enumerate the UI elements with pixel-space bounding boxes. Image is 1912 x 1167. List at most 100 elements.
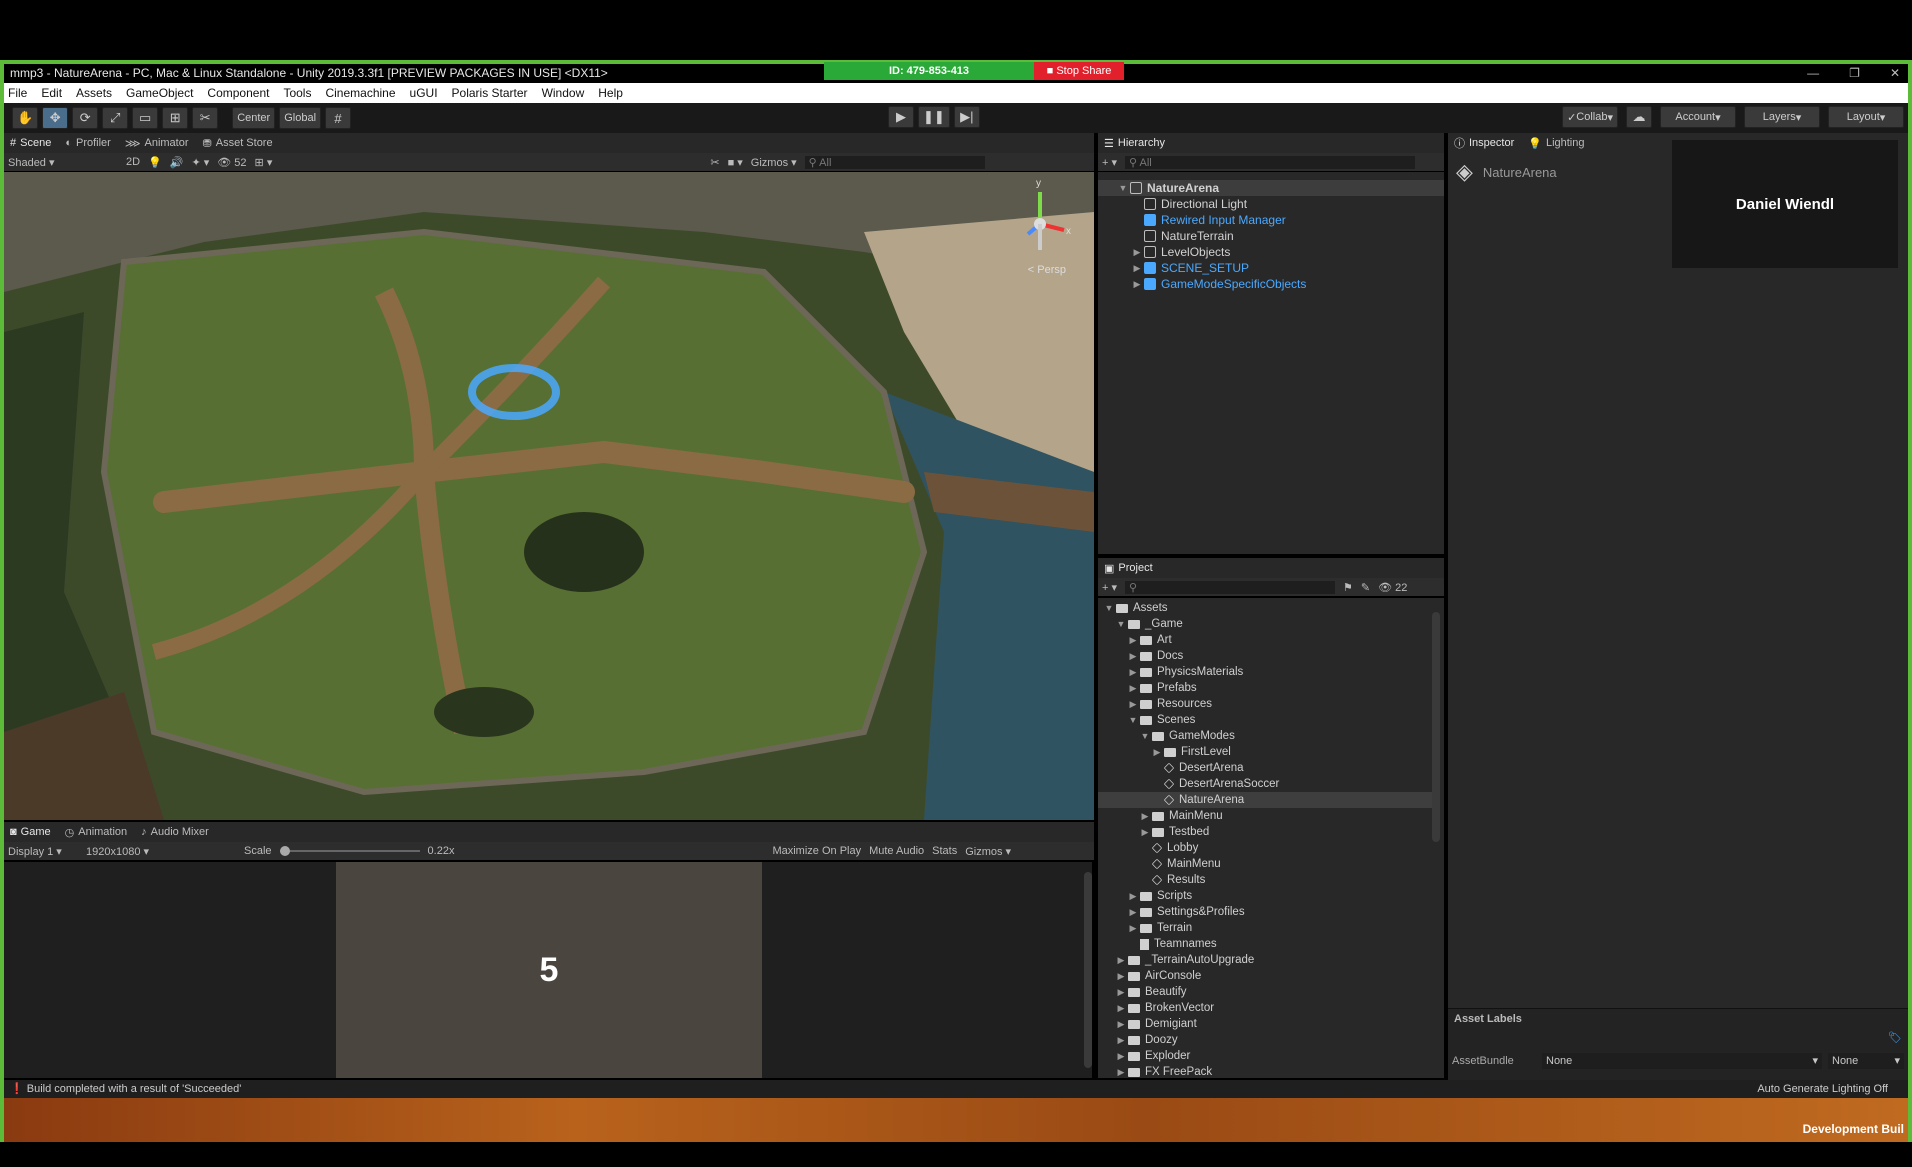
space-toggle[interactable]: Global (279, 107, 322, 129)
expand-arrow-icon[interactable]: ▶ (1116, 968, 1126, 984)
expand-arrow-icon[interactable]: ▶ (1132, 260, 1142, 276)
expand-arrow-icon[interactable]: ▶ (1128, 888, 1138, 904)
expand-arrow-icon[interactable]: ▶ (1128, 904, 1138, 920)
collab-dropdown[interactable]: ✓ Collab ▾ (1562, 106, 1618, 128)
game-viewport[interactable]: 5 (4, 862, 1092, 1078)
game-scrollbar[interactable] (1084, 872, 1092, 1068)
project-row[interactable]: ▶ MainMenu (1098, 808, 1438, 824)
expand-arrow-icon[interactable]: ▶ (1116, 1000, 1126, 1016)
menu-item-help[interactable]: Help (598, 86, 623, 100)
game-gizmos-dropdown[interactable]: Gizmos ▾ (965, 845, 1011, 858)
camera-icon[interactable]: ■ ▾ (728, 156, 743, 169)
minimize-button[interactable]: — (1807, 64, 1819, 82)
expand-arrow-icon[interactable]: ▶ (1128, 664, 1138, 680)
expand-arrow-icon[interactable]: ▶ (1128, 696, 1138, 712)
scale-slider-handle[interactable] (279, 846, 290, 856)
label-tag-icon[interactable]: 🏷 (1888, 1031, 1902, 1044)
project-row[interactable]: ▶ FirstLevel (1098, 744, 1438, 760)
expand-arrow-icon[interactable]: ▶ (1128, 680, 1138, 696)
menu-item-assets[interactable]: Assets (76, 86, 112, 100)
assetbundle-dropdown[interactable]: None ▾ (1542, 1053, 1822, 1069)
tab-profiler[interactable]: ◐ Profiler (65, 137, 111, 149)
tab-lighting[interactable]: 💡 Lighting (1528, 137, 1584, 150)
move-tool-button[interactable]: ✥ (42, 107, 69, 129)
tab-animation[interactable]: ◷ Animation (65, 826, 128, 839)
scale-tool-button[interactable]: ⤢ (102, 107, 129, 129)
expand-arrow-icon[interactable]: ▼ (1104, 600, 1114, 616)
tab-inspector[interactable]: ⓘ Inspector (1454, 135, 1514, 151)
scene-gizmo[interactable]: y x (1014, 178, 1074, 260)
project-row[interactable]: ▶ Terrain (1098, 920, 1438, 936)
menu-item-edit[interactable]: Edit (41, 86, 62, 100)
resolution-dropdown[interactable]: 1920x1080 ▾ (86, 845, 236, 858)
expand-arrow-icon[interactable]: ▶ (1128, 648, 1138, 664)
expand-arrow-icon[interactable]: ▶ (1116, 984, 1126, 1000)
step-button[interactable]: ▶| (953, 106, 980, 128)
grid-snap-button[interactable]: # (325, 107, 352, 129)
expand-arrow-icon[interactable]: ▶ (1116, 952, 1126, 968)
cloud-icon[interactable]: ☁ (1626, 106, 1652, 128)
expand-arrow-icon[interactable]: ▶ (1132, 244, 1142, 260)
hidden-objects-count[interactable]: 👁 52 (217, 156, 246, 169)
2d-toggle[interactable]: 2D (126, 156, 140, 168)
expand-arrow-icon[interactable]: ▶ (1116, 1032, 1126, 1048)
lighting-toggle-icon[interactable]: 💡 (148, 156, 162, 169)
project-row[interactable]: DesertArenaSoccer (1098, 776, 1438, 792)
display-dropdown[interactable]: Display 1 ▾ (8, 845, 78, 858)
project-row[interactable]: NatureArena (1098, 792, 1438, 808)
project-row[interactable]: ▼ _Game (1098, 616, 1438, 632)
project-row[interactable]: ▶ Docs (1098, 648, 1438, 664)
game-toggle-stats[interactable]: Stats (932, 845, 957, 857)
scene-viewport[interactable]: y x < Persp (4, 172, 1094, 820)
menu-item-component[interactable]: Component (207, 86, 269, 100)
project-row[interactable]: Teamnames (1098, 936, 1438, 952)
shading-dropdown[interactable]: Shaded ▾ (8, 156, 118, 169)
tab-project[interactable]: ▣ Project (1104, 562, 1153, 575)
project-row[interactable]: ▶ Demigiant (1098, 1016, 1438, 1032)
project-row[interactable]: ▶ Art (1098, 632, 1438, 648)
hidden-packages-count[interactable]: 👁 22 (1378, 581, 1407, 594)
hand-tool-button[interactable]: ✋ (12, 107, 39, 129)
project-row[interactable]: ▶ Exploder (1098, 1048, 1438, 1064)
hierarchy-search-input[interactable]: ⚲ All (1125, 155, 1416, 169)
pause-button[interactable]: ❚❚ (918, 106, 950, 128)
project-row[interactable]: ▶ PhysicsMaterials (1098, 664, 1438, 680)
project-row[interactable]: ▶ Scripts (1098, 888, 1438, 904)
tab-animator[interactable]: ⋙ Animator (125, 137, 189, 150)
effects-dropdown-icon[interactable]: ✦ ▾ (191, 156, 209, 169)
menu-item-window[interactable]: Window (542, 86, 585, 100)
menu-item-polaris-starter[interactable]: Polaris Starter (452, 86, 528, 100)
expand-arrow-icon[interactable]: ▶ (1152, 744, 1162, 760)
hierarchy-row[interactable]: ▼ NatureArena (1098, 180, 1444, 196)
rotate-tool-button[interactable]: ⟳ (72, 107, 99, 129)
tab-asset-store[interactable]: ⛃ Asset Store (203, 137, 273, 150)
filter-by-type-icon[interactable]: ⚑ (1343, 581, 1353, 594)
project-row[interactable]: MainMenu (1098, 856, 1438, 872)
project-row[interactable]: ▶ _TerrainAutoUpgrade (1098, 952, 1438, 968)
expand-arrow-icon[interactable]: ▶ (1116, 1048, 1126, 1064)
grid-toggle-icon[interactable]: ⊞ ▾ (255, 156, 273, 169)
menu-item-file[interactable]: File (8, 86, 27, 100)
pivot-toggle[interactable]: Center (232, 107, 276, 129)
project-row[interactable]: ▶ Doozy (1098, 1032, 1438, 1048)
tab-audio-mixer[interactable]: ♪ Audio Mixer (141, 826, 209, 838)
expand-arrow-icon[interactable]: ▶ (1140, 824, 1150, 840)
expand-arrow-icon[interactable]: ▼ (1140, 728, 1150, 744)
rect-tool-button[interactable]: ▭ (132, 107, 159, 129)
layout-dropdown[interactable]: Layout ▾ (1828, 106, 1904, 128)
project-row[interactable]: ▼ GameModes (1098, 728, 1438, 744)
menu-item-tools[interactable]: Tools (283, 86, 311, 100)
hierarchy-row[interactable]: ▶ LevelObjects (1098, 244, 1444, 260)
menu-item-ugui[interactable]: uGUI (410, 86, 438, 100)
project-row[interactable]: ▶ Prefabs (1098, 680, 1438, 696)
variant-dropdown[interactable]: None ▾ (1828, 1053, 1904, 1069)
perspective-label[interactable]: < Persp (1028, 264, 1066, 276)
expand-arrow-icon[interactable]: ▶ (1116, 1016, 1126, 1032)
stop-share-button[interactable]: ■ Stop Share (1034, 62, 1124, 80)
project-row[interactable]: ▶ FX FreePack (1098, 1064, 1438, 1078)
filter-by-label-icon[interactable]: ✎ (1361, 581, 1370, 594)
project-row[interactable]: ▶ Resources (1098, 696, 1438, 712)
project-add-button[interactable]: + ▾ (1102, 581, 1117, 594)
project-row[interactable]: ▶ Beautify (1098, 984, 1438, 1000)
project-row[interactable]: ▼ Scenes (1098, 712, 1438, 728)
